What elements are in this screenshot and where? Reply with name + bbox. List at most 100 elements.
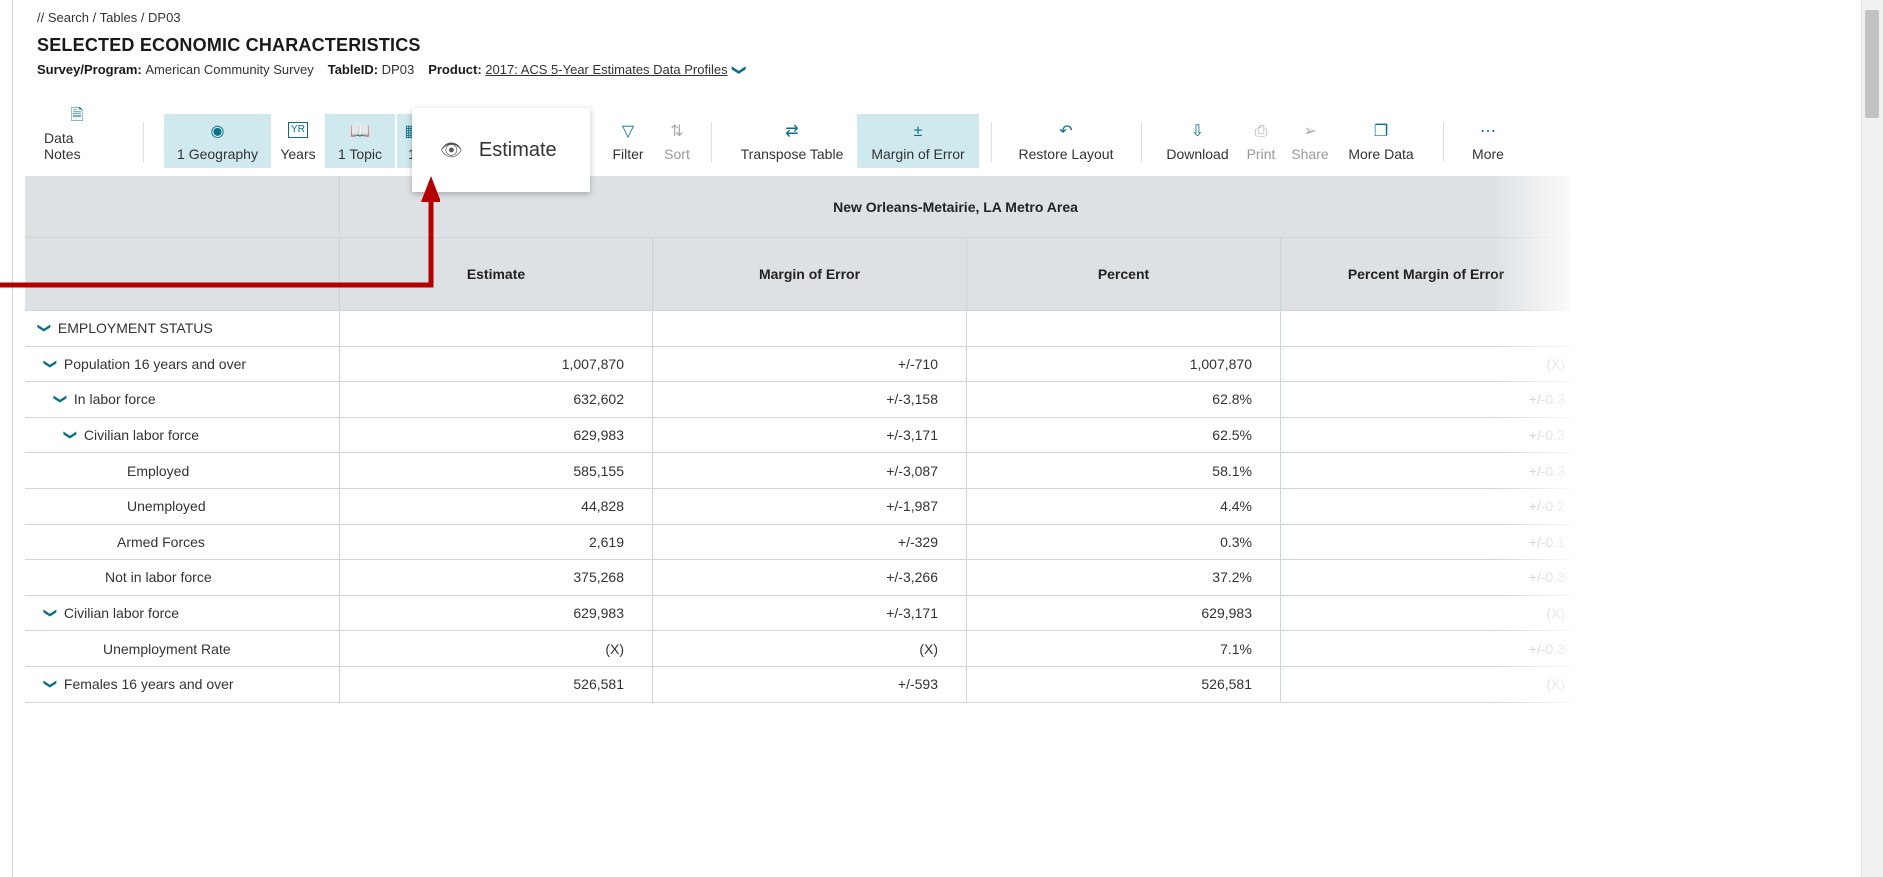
percent-margin-cell: +/-0.3 [1281, 631, 1571, 667]
annotation-arrow-line [0, 200, 434, 288]
table-row: Unemployed 44,828 +/-1,987 4.4% +/-0.2 [25, 488, 1571, 525]
print-button[interactable]: ⎙ Print [1237, 114, 1285, 168]
survey-label: Survey/Program: [37, 62, 142, 77]
row-label[interactable]: ❯ Females 16 years and over [25, 666, 340, 703]
row-label[interactable]: ❯ Population 16 years and over [25, 346, 340, 383]
table-meta: Survey/Program: American Community Surve… [37, 60, 1843, 80]
margin-of-error-button[interactable]: ± Margin of Error [857, 114, 979, 168]
product-select[interactable]: 2017: ACS 5-Year Estimates Data Profiles [485, 60, 727, 80]
toolbar-divider [1443, 122, 1444, 162]
margin-cell: +/-1,987 [653, 488, 967, 525]
calendar-icon: YR [288, 122, 308, 138]
more-data-button[interactable]: ❐ More Data [1336, 114, 1426, 168]
margin-cell [653, 311, 967, 347]
toolbar-divider [1141, 122, 1142, 162]
chevron-down-icon[interactable]: ❯ [42, 608, 58, 619]
toolbar-divider [143, 122, 144, 162]
data-notes-button[interactable]: 🗎 Data Notes [37, 107, 117, 168]
column-header-percent-margin[interactable]: Percent Margin of Error [1281, 238, 1571, 311]
estimate-cell: (X) [340, 631, 653, 667]
more-label: More [1472, 146, 1504, 162]
map-pin-icon: ◉ [210, 123, 225, 140]
sort-icon: ⇅ [670, 123, 684, 140]
estimate-cell: 526,581 [340, 666, 653, 703]
vertical-scrollbar[interactable] [1861, 0, 1883, 877]
table-row: Not in labor force 375,268 +/-3,266 37.2… [25, 560, 1571, 596]
restore-layout-label: Restore Layout [1018, 146, 1114, 162]
more-data-label: More Data [1348, 146, 1414, 162]
annotation-arrow-head [421, 176, 440, 202]
plus-minus-icon: ± [913, 123, 923, 140]
download-button[interactable]: ⇩ Download [1155, 114, 1240, 168]
estimate-cell: 375,268 [340, 560, 653, 596]
row-label: Not in labor force [25, 560, 340, 596]
table-row: ❯ Population 16 years and over 1,007,870 … [25, 346, 1571, 383]
more-button[interactable]: ⋯ More [1459, 114, 1517, 168]
percent-margin-cell: +/-0.3 [1281, 453, 1571, 489]
column-header-percent[interactable]: Percent [967, 238, 1281, 311]
margin-cell: +/-3,266 [653, 560, 967, 596]
percent-margin-cell: +/-0.3 [1281, 560, 1571, 596]
filter-icon: ▽ [621, 123, 635, 140]
product-label: Product: [428, 62, 482, 77]
chevron-down-icon[interactable]: ❯ [36, 323, 52, 334]
percent-cell: 629,983 [967, 595, 1281, 632]
breadcrumb[interactable]: // Search / Tables / DP03 [37, 8, 1843, 28]
geography-label: 1 Geography [177, 146, 258, 162]
restore-layout-button[interactable]: ↶ Restore Layout [1001, 114, 1131, 168]
percent-cell: 0.3% [967, 524, 1281, 561]
chevron-down-icon[interactable]: ❯ [729, 64, 749, 76]
years-button[interactable]: YR Years [273, 114, 323, 168]
share-label: Share [1291, 146, 1329, 162]
topic-label: 1 Topic [337, 146, 383, 162]
table-row: ❯ In labor force 632,602 +/-3,158 62.8% +… [25, 382, 1571, 418]
row-label[interactable]: ❯ Civilian labor force [25, 595, 340, 632]
estimate-cell: 2,619 [340, 524, 653, 561]
row-label[interactable]: ❯ Civilian labor force [25, 417, 340, 454]
table-row: ❯ Civilian labor force 629,983 +/-3,171 6… [25, 417, 1571, 454]
chevron-down-icon[interactable]: ❯ [42, 679, 58, 690]
filter-label: Filter [612, 146, 644, 162]
percent-cell [967, 311, 1281, 347]
share-button[interactable]: ➢ Share [1284, 114, 1336, 168]
filter-button[interactable]: ▽ Filter [601, 114, 655, 168]
survey-value: American Community Survey [145, 62, 314, 77]
estimate-cell: 44,828 [340, 488, 653, 525]
table-row: ❯ Females 16 years and over 526,581 +/-59… [25, 666, 1571, 703]
row-label-text: EMPLOYMENT STATUS [57, 320, 213, 337]
margin-cell: +/-593 [653, 666, 967, 703]
sort-button[interactable]: ⇅ Sort [655, 114, 699, 168]
toolbar-divider [711, 122, 712, 162]
transpose-button[interactable]: ⇄ Transpose Table [722, 114, 862, 168]
percent-cell: 526,581 [967, 666, 1281, 703]
data-notes-label: Data Notes [44, 130, 81, 162]
margin-cell: +/-3,158 [653, 382, 967, 418]
chevron-down-icon[interactable]: ❯ [52, 394, 68, 405]
margin-cell: +/-329 [653, 524, 967, 561]
chevron-down-icon[interactable]: ❯ [62, 430, 78, 441]
row-label-text: Civilian labor force [83, 427, 200, 444]
column-header-margin[interactable]: Margin of Error [653, 238, 967, 311]
table-row: ❯ Civilian labor force 629,983 +/-3,171 6… [25, 595, 1571, 632]
more-dots-icon: ⋯ [1480, 123, 1496, 140]
percent-margin-cell: +/-0.1 [1281, 524, 1571, 561]
row-label: Armed Forces [25, 524, 340, 561]
scrollbar-thumb[interactable] [1865, 10, 1879, 118]
geography-button[interactable]: ◉ 1 Geography [164, 114, 271, 168]
estimate-cell: 1,007,870 [340, 346, 653, 383]
print-label: Print [1246, 146, 1276, 162]
estimate-cell [340, 311, 653, 347]
row-label[interactable]: ❯ In labor force [25, 382, 340, 418]
transpose-label: Transpose Table [740, 146, 844, 162]
percent-cell: 58.1% [967, 453, 1281, 489]
years-label: Years [280, 146, 316, 162]
row-label[interactable]: ❯ EMPLOYMENT STATUS [25, 311, 340, 347]
percent-margin-cell: (X) [1281, 595, 1571, 632]
margin-cell: +/-3,171 [653, 417, 967, 454]
percent-margin-cell [1281, 311, 1571, 347]
row-label-text: Population 16 years and over [63, 355, 247, 372]
share-icon: ➢ [1303, 123, 1317, 140]
topic-button[interactable]: 📖 1 Topic [325, 114, 395, 168]
chevron-down-icon[interactable]: ❯ [42, 358, 58, 369]
percent-cell: 7.1% [967, 631, 1281, 667]
